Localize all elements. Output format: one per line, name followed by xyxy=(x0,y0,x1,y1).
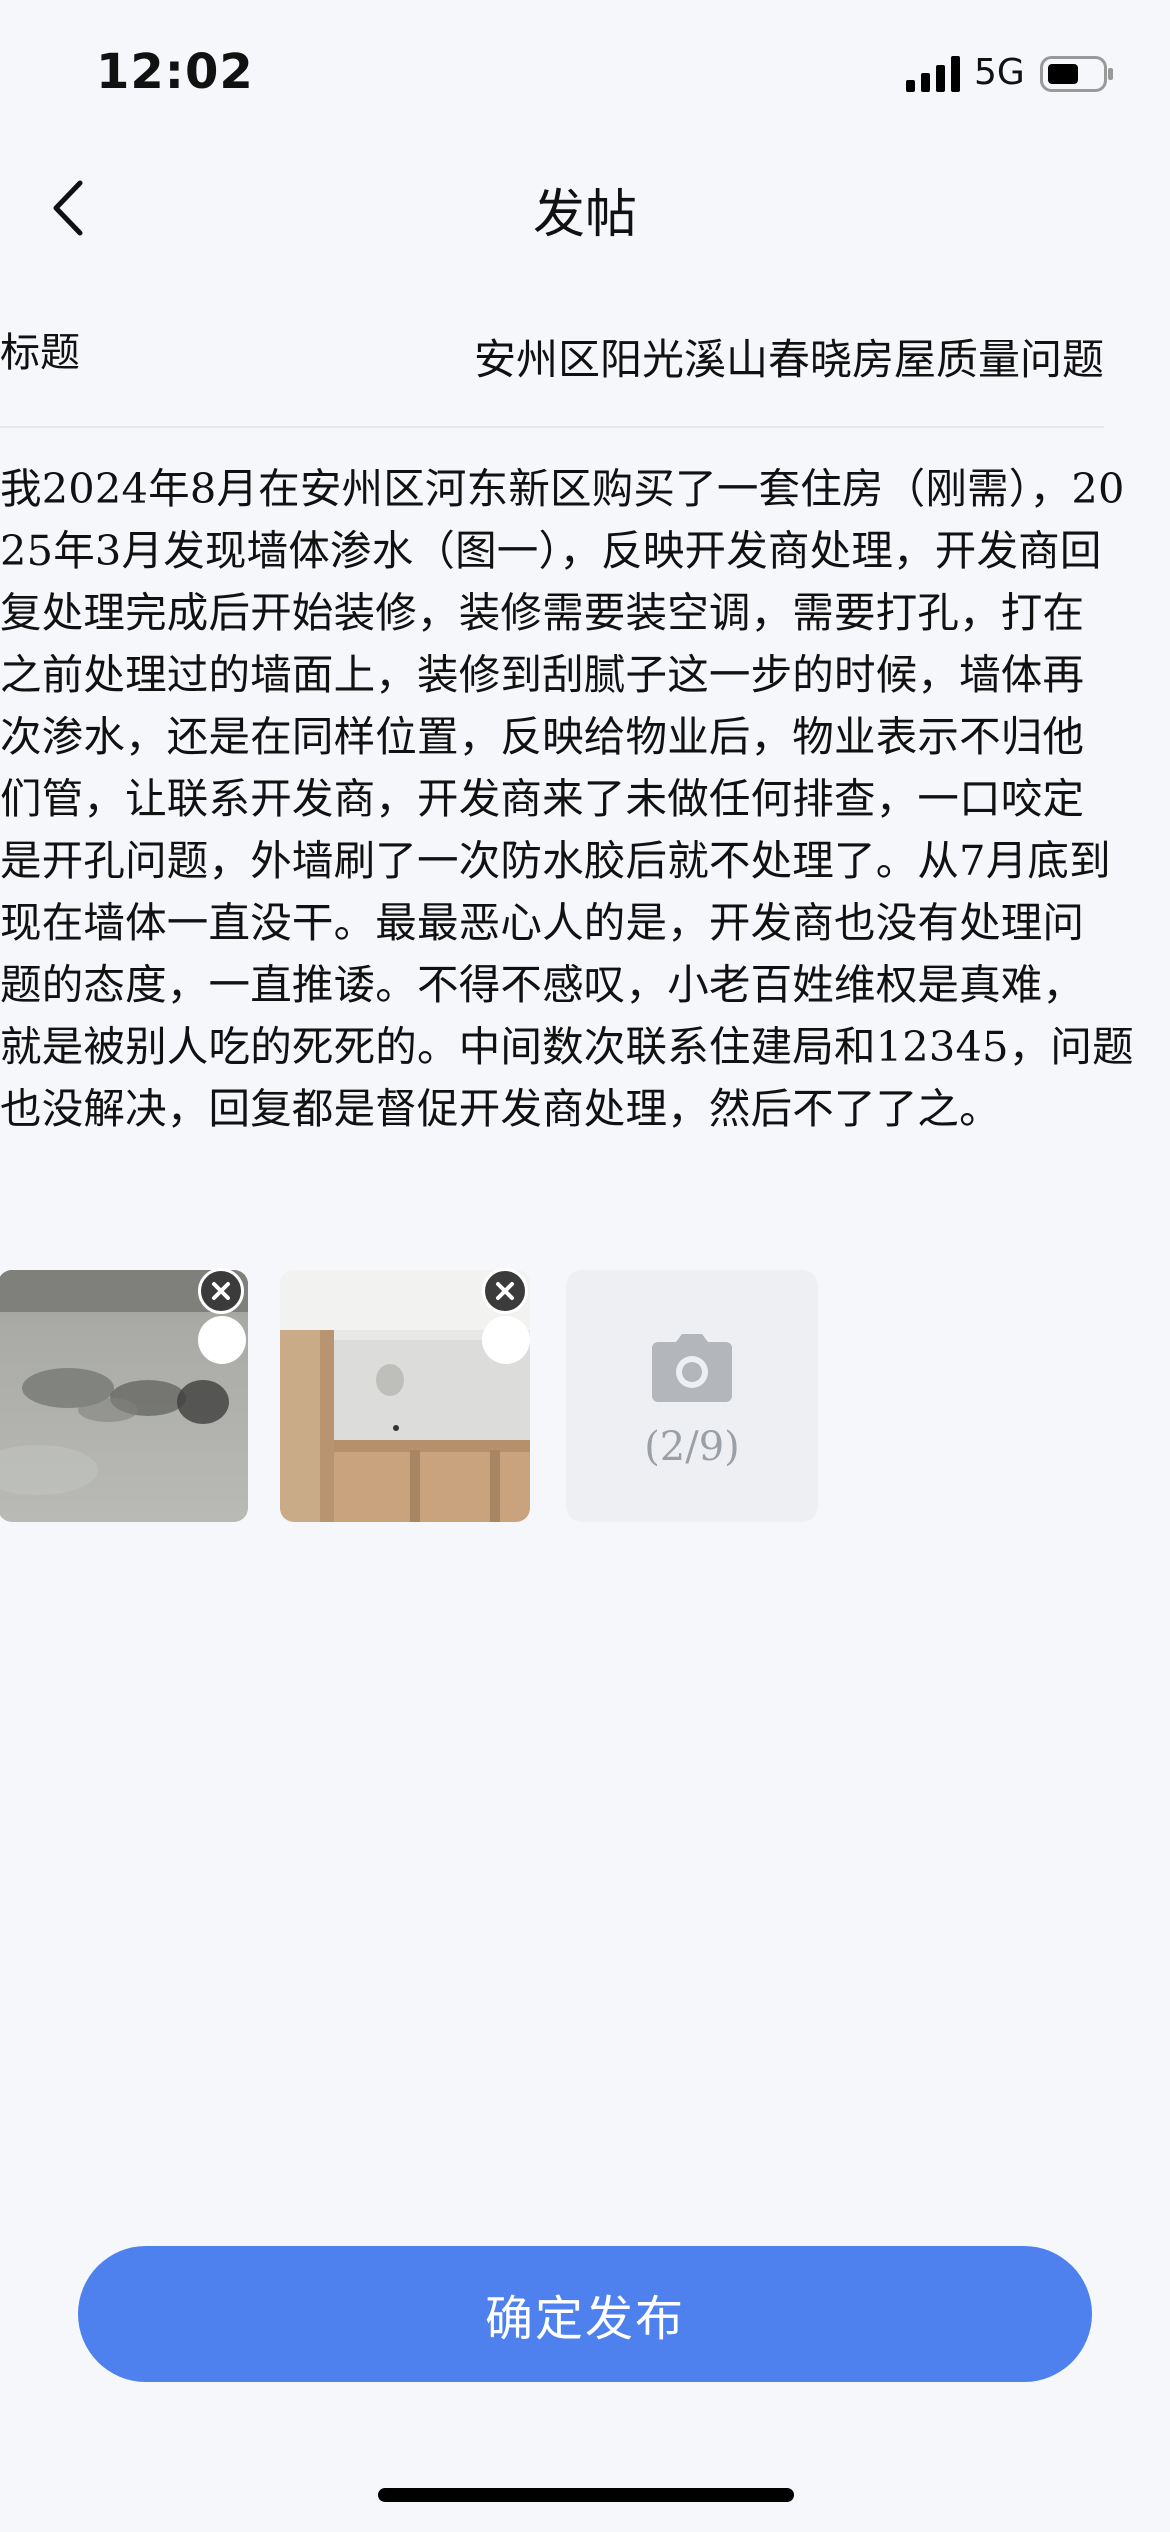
photo-grid: (2/9) xyxy=(0,1268,1170,1522)
title-field-row[interactable]: 标题 安州区阳光溪山春晓房屋质量问题 xyxy=(0,300,1104,428)
content-line: 之前处理过的墙面上，装修到刮腻子这一步的时候，墙体再 xyxy=(0,650,1085,699)
home-indicator xyxy=(378,2488,794,2502)
content-line: 复处理完成后开始装修，装修需要装空调，需要打孔，打在 xyxy=(0,588,1085,637)
content-line: 也没解决，回复都是督促开发商处理，然后不了了之。 xyxy=(0,1084,1001,1133)
close-icon xyxy=(496,1282,514,1300)
signal-icon xyxy=(906,56,960,92)
content-line: 题的态度，一直推诿。不得不感叹，小老百姓维权是真难， xyxy=(0,960,1085,1009)
status-bar: 12:02 5G xyxy=(0,0,1170,150)
photo-count-label: (2/9) xyxy=(644,1424,740,1470)
content-line: 就是被别人吃的死死的。中间数次联系住建局和12345，问题 xyxy=(0,1022,1134,1071)
remove-photo-button[interactable] xyxy=(198,1268,244,1314)
title-label: 标题 xyxy=(0,330,80,376)
add-photo-button[interactable]: (2/9) xyxy=(566,1270,818,1522)
battery-icon xyxy=(1040,56,1113,92)
content-line: 25年3月发现墙体渗水（图一），反映开发商处理，开发商回 xyxy=(0,526,1102,575)
content-line: 我2024年8月在安州区河东新区购买了一套住房（刚需），20 xyxy=(0,464,1125,513)
content-line: 次渗水，还是在同样位置，反映给物业后，物业表示不归他 xyxy=(0,712,1085,761)
select-photo-toggle[interactable] xyxy=(198,1316,246,1364)
content-textarea[interactable]: 我2024年8月在安州区河东新区购买了一套住房（刚需），20 25年3月发现墙体… xyxy=(0,458,1160,1140)
nav-bar: 发帖 xyxy=(0,150,1170,270)
content-line: 现在墙体一直没干。最最恶心人的是，开发商也没有处理问 xyxy=(0,898,1085,947)
submit-button[interactable]: 确定发布 xyxy=(78,2246,1092,2382)
content-line: 是开孔问题，外墙刷了一次防水胶后就不处理了。从7月底到 xyxy=(0,836,1111,885)
select-photo-toggle[interactable] xyxy=(482,1316,530,1364)
page-title: 发帖 xyxy=(532,185,637,245)
status-time: 12:02 xyxy=(96,44,254,100)
remove-photo-button[interactable] xyxy=(482,1268,528,1314)
content-line: 们管，让联系开发商，开发商来了未做任何排查，一口咬定 xyxy=(0,774,1085,823)
network-label: 5G xyxy=(974,52,1025,93)
camera-icon xyxy=(652,1334,732,1402)
close-icon xyxy=(212,1282,230,1300)
title-input[interactable]: 安州区阳光溪山春晓房屋质量问题 xyxy=(474,326,1104,387)
